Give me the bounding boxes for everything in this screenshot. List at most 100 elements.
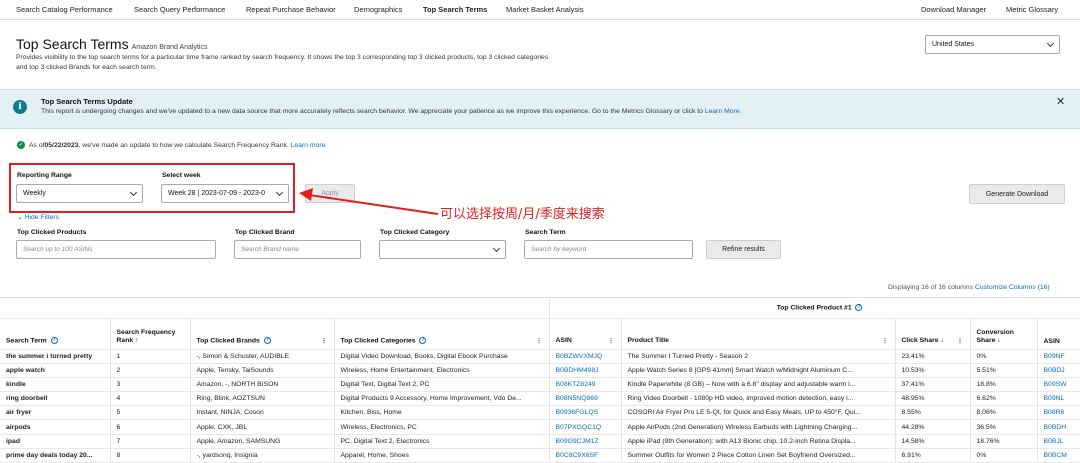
rank-cell: 1 bbox=[110, 349, 191, 364]
tab-top-search-terms[interactable]: Top Search Terms bbox=[423, 5, 487, 14]
col-search-term[interactable]: Search Term ? bbox=[0, 318, 111, 350]
asin-cell[interactable]: B07PXGQC1Q bbox=[549, 419, 622, 435]
asin-cell[interactable]: B0936FGLQS bbox=[549, 405, 622, 421]
asin-2-cell[interactable]: B0BCM bbox=[1037, 448, 1080, 463]
table-row: air fryer 5 Instant, NINJA, Cosori Kitchen,… bbox=[0, 405, 1080, 421]
group-header: Top Clicked Product #1 ? bbox=[549, 298, 1080, 319]
help-icon[interactable]: ? bbox=[419, 336, 427, 344]
click-share-cell: 6.91% bbox=[895, 448, 971, 463]
download-manager-link[interactable]: Download Manager bbox=[921, 5, 986, 14]
product-title-cell: COSORI Air Fryer Pro LE 5-Qt, for Quick … bbox=[621, 405, 896, 421]
asin-cell[interactable]: B0BZWVXMJQ bbox=[549, 349, 622, 364]
help-icon[interactable]: ? bbox=[50, 337, 58, 345]
brands-cell: Apple, CXK, JBL bbox=[190, 419, 335, 435]
asin-2-cell[interactable]: B09NL bbox=[1037, 391, 1080, 407]
top-clicked-brand-label: Top Clicked Brand bbox=[235, 229, 295, 236]
click-share-cell: 37.41% bbox=[895, 377, 971, 393]
conversion-share-cell: 18.76% bbox=[970, 434, 1038, 449]
refine-results-button[interactable]: Refine results bbox=[706, 240, 781, 259]
tab-search-catalog-performance[interactable]: Search Catalog Performance bbox=[16, 5, 113, 14]
asin-2-cell[interactable]: B0BJL bbox=[1037, 434, 1080, 449]
help-icon[interactable]: ? bbox=[855, 304, 863, 312]
col-click-share[interactable]: Click Share ↓ ⋮ bbox=[895, 318, 971, 350]
sort-down-icon[interactable]: ↓ bbox=[940, 337, 943, 344]
customize-columns-link[interactable]: Customize Columns (16) bbox=[975, 284, 1050, 291]
column-menu-icon[interactable]: ⋮ bbox=[608, 337, 615, 345]
product-title-cell: Apple AirPods (2nd Generation) Wireless … bbox=[621, 419, 896, 435]
categories-cell: Digital Products 9 Accessory, Home Impro… bbox=[334, 391, 550, 407]
banner-title: Top Search Terms Update bbox=[41, 97, 133, 106]
asin-2-cell[interactable]: B09SW bbox=[1037, 377, 1080, 393]
sort-down-icon[interactable]: ↓ bbox=[997, 337, 1000, 344]
column-menu-icon[interactable]: ⋮ bbox=[882, 337, 889, 345]
col-top-clicked-categories[interactable]: Top Clicked Categories ? ⋮ bbox=[334, 318, 550, 350]
tab-search-query-performance[interactable]: Search Query Performance bbox=[134, 5, 225, 14]
col-conversion-share[interactable]: Conversion Share ↓ bbox=[970, 318, 1038, 350]
product-title-cell: The Summer I Turned Pretty - Season 2 bbox=[621, 349, 896, 364]
search-term-cell: apple watch bbox=[0, 363, 111, 378]
click-share-cell: 14.58% bbox=[895, 434, 971, 449]
annotation-arrow-icon bbox=[299, 188, 439, 215]
metric-glossary-link[interactable]: Metric Glossary bbox=[1006, 5, 1058, 14]
banner-text: This report is undergoing changes and we… bbox=[41, 108, 742, 115]
col-search-term-label: Search Term bbox=[6, 337, 47, 345]
notice-learn-more-link[interactable]: Learn more bbox=[291, 142, 326, 149]
hide-filters-link[interactable]: ⌄ Hide Filters bbox=[17, 213, 59, 221]
conversion-share-cell: 36.5% bbox=[970, 419, 1038, 435]
tab-market-basket-analysis[interactable]: Market Basket Analysis bbox=[506, 5, 584, 14]
categories-cell: Digital Text, Digital Text 2, PC bbox=[334, 377, 550, 393]
asin-2-cell[interactable]: B0BDJ bbox=[1037, 363, 1080, 378]
table-row: the summer i turned pretty 1 -, Simon & Sc… bbox=[0, 349, 1080, 364]
col-asin[interactable]: ASIN ⋮ bbox=[549, 318, 622, 350]
asin-cell[interactable]: B0C8C9X6SF bbox=[549, 448, 622, 463]
column-menu-icon[interactable]: ⋮ bbox=[536, 337, 543, 345]
asin-cell[interactable]: B08KTZ8249 bbox=[549, 377, 622, 393]
categories-cell: Wireless, Home Entertainment, Electronic… bbox=[334, 363, 550, 378]
top-clicked-products-input[interactable]: Search up to 100 ASINs bbox=[16, 240, 216, 259]
asin-cell[interactable]: B08N5NQ869 bbox=[549, 391, 622, 407]
product-title-cell: Kindle Paperwhite (8 GB) – Now with a 6.… bbox=[621, 377, 896, 393]
product-title-cell: Apple iPad (9th Generation): with A13 Bi… bbox=[621, 434, 896, 449]
click-share-cell: 23.41% bbox=[895, 349, 971, 364]
col-product-title-label: Product Title bbox=[627, 336, 669, 344]
conversion-share-cell: 0% bbox=[970, 448, 1038, 463]
table-row: kindle 3 Amazon, -, NORTH BISON Digital Tex… bbox=[0, 377, 1080, 393]
asin-2-cell[interactable]: B09NF bbox=[1037, 349, 1080, 364]
categories-cell: Wireless, Electronics, PC bbox=[334, 419, 550, 435]
column-menu-icon[interactable]: ⋮ bbox=[321, 337, 328, 345]
annotation-highlight-box bbox=[9, 163, 295, 213]
rank-cell: 3 bbox=[110, 377, 191, 393]
click-share-cell: 44.28% bbox=[895, 419, 971, 435]
search-term-input[interactable]: Search by keyword bbox=[524, 240, 693, 259]
hide-filters-label: Hide Filters bbox=[24, 214, 59, 221]
top-clicked-category-select[interactable] bbox=[379, 240, 506, 259]
asin-2-cell[interactable]: B08R6 bbox=[1037, 405, 1080, 421]
asin-2-cell[interactable]: B0BDH bbox=[1037, 419, 1080, 435]
col-search-frequency-rank[interactable]: Search Frequency Rank ↑ bbox=[110, 318, 191, 350]
sort-up-icon[interactable]: ↑ bbox=[135, 337, 138, 344]
tab-demographics[interactable]: Demographics bbox=[354, 5, 402, 14]
generate-download-button[interactable]: Generate Download bbox=[969, 184, 1065, 204]
search-term-cell: the summer i turned pretty bbox=[0, 349, 111, 364]
click-share-cell: 48.95% bbox=[895, 391, 971, 407]
col-top-clicked-brands[interactable]: Top Clicked Brands ? ⋮ bbox=[190, 318, 335, 350]
col-asin-2[interactable]: ASIN bbox=[1037, 318, 1080, 350]
conversion-share-cell: 8.06% bbox=[970, 405, 1038, 421]
col-product-title[interactable]: Product Title ⋮ bbox=[621, 318, 896, 350]
page-title-text: Top Search Terms bbox=[16, 36, 129, 52]
product-title-cell: Summer Outfits for Women 2 Piece Cotton … bbox=[621, 448, 896, 463]
top-clicked-brand-input[interactable]: Search Brand name bbox=[234, 240, 361, 259]
asin-cell[interactable]: B09G9CJM1Z bbox=[549, 434, 622, 449]
help-icon[interactable]: ? bbox=[263, 336, 271, 344]
banner-learn-more-link[interactable]: Learn More. bbox=[705, 108, 742, 115]
asin-cell[interactable]: B0BDHM498J bbox=[549, 363, 622, 378]
search-term-cell: air fryer bbox=[0, 405, 111, 421]
marketplace-select[interactable]: United States bbox=[925, 35, 1060, 54]
marketplace-value: United States bbox=[932, 41, 975, 48]
rank-cell: 8 bbox=[110, 448, 191, 463]
close-icon[interactable]: ✕ bbox=[1056, 95, 1065, 108]
column-menu-icon[interactable]: ⋮ bbox=[957, 337, 964, 345]
tab-repeat-purchase-behavior[interactable]: Repeat Purchase Behavior bbox=[246, 5, 336, 14]
search-term-cell: airpods bbox=[0, 419, 111, 435]
page-subtitle: Amazon Brand Analytics bbox=[131, 44, 208, 51]
